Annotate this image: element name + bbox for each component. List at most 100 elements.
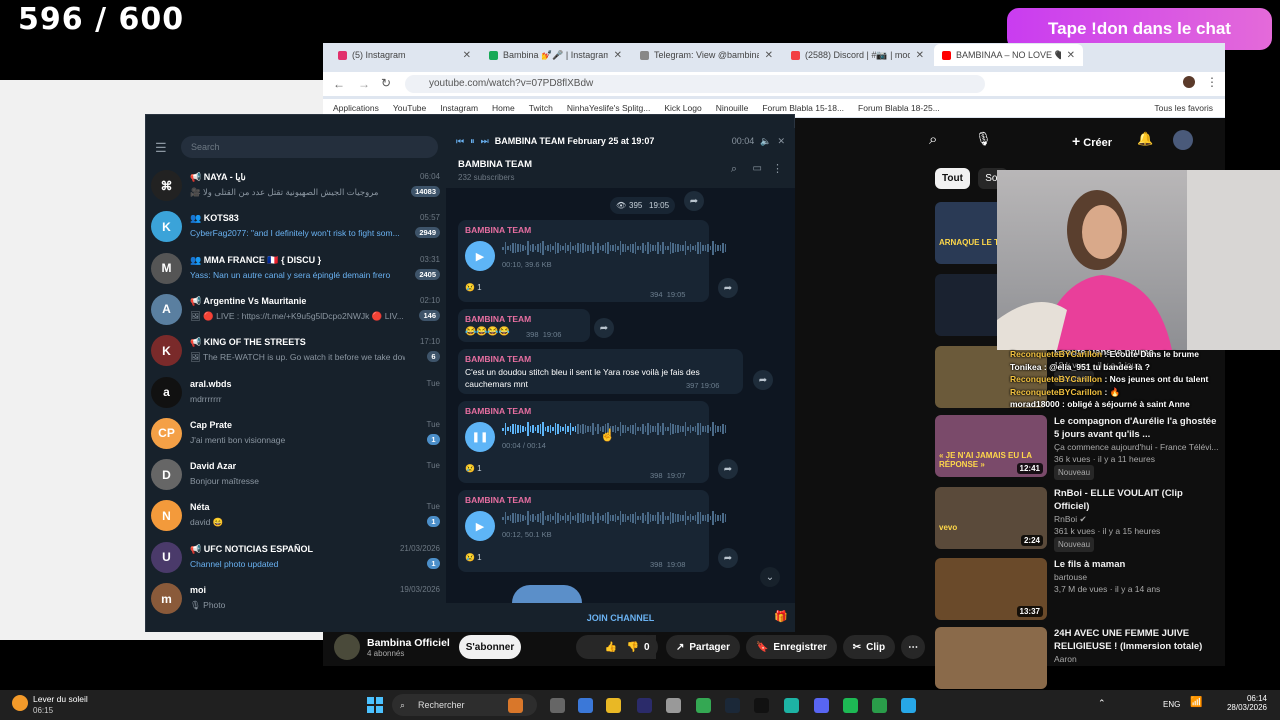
dislike-button[interactable]: 👎 0 <box>618 635 658 659</box>
forward-icon[interactable]: → <box>358 77 370 91</box>
bookmark-item[interactable]: YouTube <box>393 103 426 113</box>
bookmark-item[interactable]: Forum Blabla 18-25... <box>858 103 940 113</box>
microphone-icon[interactable]: 🎙 <box>975 131 992 147</box>
browser-tab[interactable]: Telegram: View @bambina... ✕ <box>632 44 781 66</box>
menu-icon[interactable]: ⋮ <box>1206 75 1218 89</box>
bookmark-item[interactable]: Applications <box>333 103 379 113</box>
volume-icon[interactable]: 🔈 <box>760 136 771 147</box>
forward-button[interactable]: ➦ <box>718 548 738 568</box>
play-button[interactable]: ▶ <box>465 511 495 541</box>
close-tab-icon[interactable]: ✕ <box>765 50 773 61</box>
account-avatar[interactable] <box>1173 130 1193 150</box>
spotify-icon[interactable] <box>843 698 858 713</box>
recommended-video[interactable]: vevo 2:24 RnBoi - ELLE VOULAIT (Clip Off… <box>935 487 1220 553</box>
create-button[interactable]: + Créer <box>1072 133 1112 149</box>
share-button[interactable]: ↗ Partager <box>666 635 740 659</box>
close-tab-icon[interactable]: ✕ <box>463 50 471 61</box>
waveform[interactable] <box>502 240 726 256</box>
file-icon[interactable] <box>550 698 565 713</box>
sidebar-toggle-icon[interactable]: ▭ <box>753 163 762 174</box>
pause-button[interactable]: ❚❚ <box>465 422 495 452</box>
weather-title[interactable]: Lever du soleil <box>33 694 88 704</box>
browser-tab[interactable]: BAMBINAA – NO LOVE 🖤 ✕ <box>934 44 1083 66</box>
recommended-video[interactable]: 24H AVEC UNE FEMME JUIVE RELIGIEUSE ! (I… <box>935 627 1220 693</box>
app-icon[interactable] <box>872 698 887 713</box>
telegram-search-input[interactable]: Search <box>181 136 438 158</box>
video-thumbnail[interactable]: 13:37 <box>935 558 1047 620</box>
back-icon[interactable]: ← <box>333 77 345 91</box>
chat-list-item[interactable]: D David Azar Tue Bonjour maîtresse <box>146 454 446 495</box>
subscribe-button[interactable]: S'abonner <box>459 635 521 659</box>
browser-tab[interactable]: Bambina 💅🎤 | Instagram ✕ <box>481 44 630 66</box>
bookmark-item[interactable]: Twitch <box>529 103 553 113</box>
clip-button[interactable]: ✂ Clip <box>842 635 896 659</box>
bookmark-item[interactable]: NinhaYeslife's Splitg... <box>567 103 651 113</box>
clock[interactable]: 06:14 28/03/2026 <box>1222 694 1267 712</box>
more-icon[interactable]: ⋮ <box>772 162 783 175</box>
chat-list-item[interactable]: A 📢 Argentine Vs Mauritanie 02:10 🖼 🔴 LIV… <box>146 289 446 330</box>
chat-list-item[interactable]: M 👥 MMA FRANCE 🇫🇷 { DISCU } 03:31 Yass: N… <box>146 248 446 289</box>
video-thumbnail[interactable]: « JE N'AI JAMAIS EU LA RÉPONSE » 12:41 <box>935 415 1047 477</box>
steam-icon[interactable] <box>725 698 740 713</box>
copilot-icon[interactable] <box>578 698 593 713</box>
waveform[interactable] <box>502 510 726 526</box>
forward-button[interactable]: ➦ <box>684 191 704 211</box>
prev-track-icon[interactable]: ⏮ <box>456 136 464 147</box>
chat-list-item[interactable]: ⌘ 📢 NAYA - نايا 06:04 🎥 مروجيات الجيش الص… <box>146 165 446 206</box>
bookmark-item[interactable]: Home <box>492 103 515 113</box>
next-track-icon[interactable]: ⏭ <box>481 136 489 147</box>
forward-button[interactable]: ➦ <box>718 278 738 298</box>
reaction-badge[interactable]: 😢 1 <box>465 464 482 473</box>
chip-all[interactable]: Tout <box>935 168 970 189</box>
scroll-down-button[interactable]: ⌄ <box>760 567 780 587</box>
wifi-icon[interactable]: 📶 <box>1190 697 1202 708</box>
folder-icon[interactable] <box>606 698 621 713</box>
save-button[interactable]: 🔖 Enregistrer <box>745 635 837 659</box>
bookmark-item[interactable]: Instagram <box>440 103 478 113</box>
windows-start-icon[interactable] <box>367 697 383 713</box>
telegram-icon[interactable] <box>901 698 916 713</box>
join-channel-button[interactable]: JOIN CHANNEL <box>446 603 795 632</box>
close-player-icon[interactable]: ✕ <box>777 136 785 147</box>
chat-list-item[interactable]: K 📢 KING OF THE STREETS 17:10 🖼 The RE-WA… <box>146 330 446 371</box>
profile-avatar[interactable] <box>1183 76 1195 88</box>
play-button[interactable]: ▶ <box>465 241 495 271</box>
language-indicator[interactable]: ENG <box>1163 700 1180 709</box>
app-icon[interactable] <box>784 698 799 713</box>
close-tab-icon[interactable]: ✕ <box>916 50 924 61</box>
tiktok-icon[interactable] <box>754 698 769 713</box>
gift-icon[interactable]: 🎁 <box>774 610 788 623</box>
bookmark-item[interactable]: Forum Blabla 15-18... <box>762 103 844 113</box>
reload-icon[interactable]: ↻ <box>381 76 391 90</box>
premiere-icon[interactable] <box>637 698 652 713</box>
chat-list-item[interactable]: K 👥 KOTS83 05:57 CyberFag2077: "and I def… <box>146 206 446 247</box>
channel-avatar[interactable] <box>334 634 360 660</box>
bookmark-item[interactable]: Kick Logo <box>664 103 701 113</box>
tray-chevron-icon[interactable]: ⌃ <box>1098 698 1106 709</box>
bookmark-item[interactable]: Tous les favoris <box>1154 103 1213 113</box>
forward-button[interactable]: ➦ <box>753 370 773 390</box>
recommended-video[interactable]: 13:37 Le fils à maman bartouse 3,7 M de v… <box>935 558 1220 624</box>
notifications-icon[interactable]: 🔔 <box>1137 131 1153 147</box>
pause-icon[interactable]: ⏸ <box>470 136 475 147</box>
more-actions-button[interactable]: ⋯ <box>901 635 926 659</box>
chat-list-item[interactable]: CP Cap Prate Tue J'ai menti bon visionnag… <box>146 413 446 454</box>
channel-title[interactable]: BAMBINA TEAM <box>458 159 532 170</box>
browser-tab[interactable]: (5) Instagram ✕ <box>330 44 479 66</box>
reaction-badge[interactable]: 😢 1 <box>465 553 482 562</box>
chat-list-item[interactable]: U 📢 UFC NOTICIAS ESPAÑOL 21/03/2026 Chann… <box>146 537 446 578</box>
forward-button[interactable]: ➦ <box>594 318 614 338</box>
browser-tab[interactable]: (2588) Discord | #📷 | mode...✕ <box>783 44 932 66</box>
chrome-icon[interactable] <box>696 698 711 713</box>
channel-name[interactable]: Bambina Officiel <box>367 637 457 649</box>
video-thumbnail[interactable] <box>935 627 1047 689</box>
chat-list-item[interactable]: m moi 19/03/2026 🎙 Photo <box>146 578 446 619</box>
discord-icon[interactable] <box>814 698 829 713</box>
pinned-app-icon[interactable] <box>508 698 523 713</box>
url-field[interactable]: youtube.com/watch?v=07PD8flXBdw <box>405 75 985 93</box>
reaction-badge[interactable]: 😢 1 <box>465 283 482 292</box>
video-thumbnail[interactable]: vevo 2:24 <box>935 487 1047 549</box>
close-tab-icon[interactable]: ✕ <box>614 50 622 61</box>
weather-icon[interactable] <box>12 695 28 711</box>
settings-icon[interactable] <box>666 698 681 713</box>
